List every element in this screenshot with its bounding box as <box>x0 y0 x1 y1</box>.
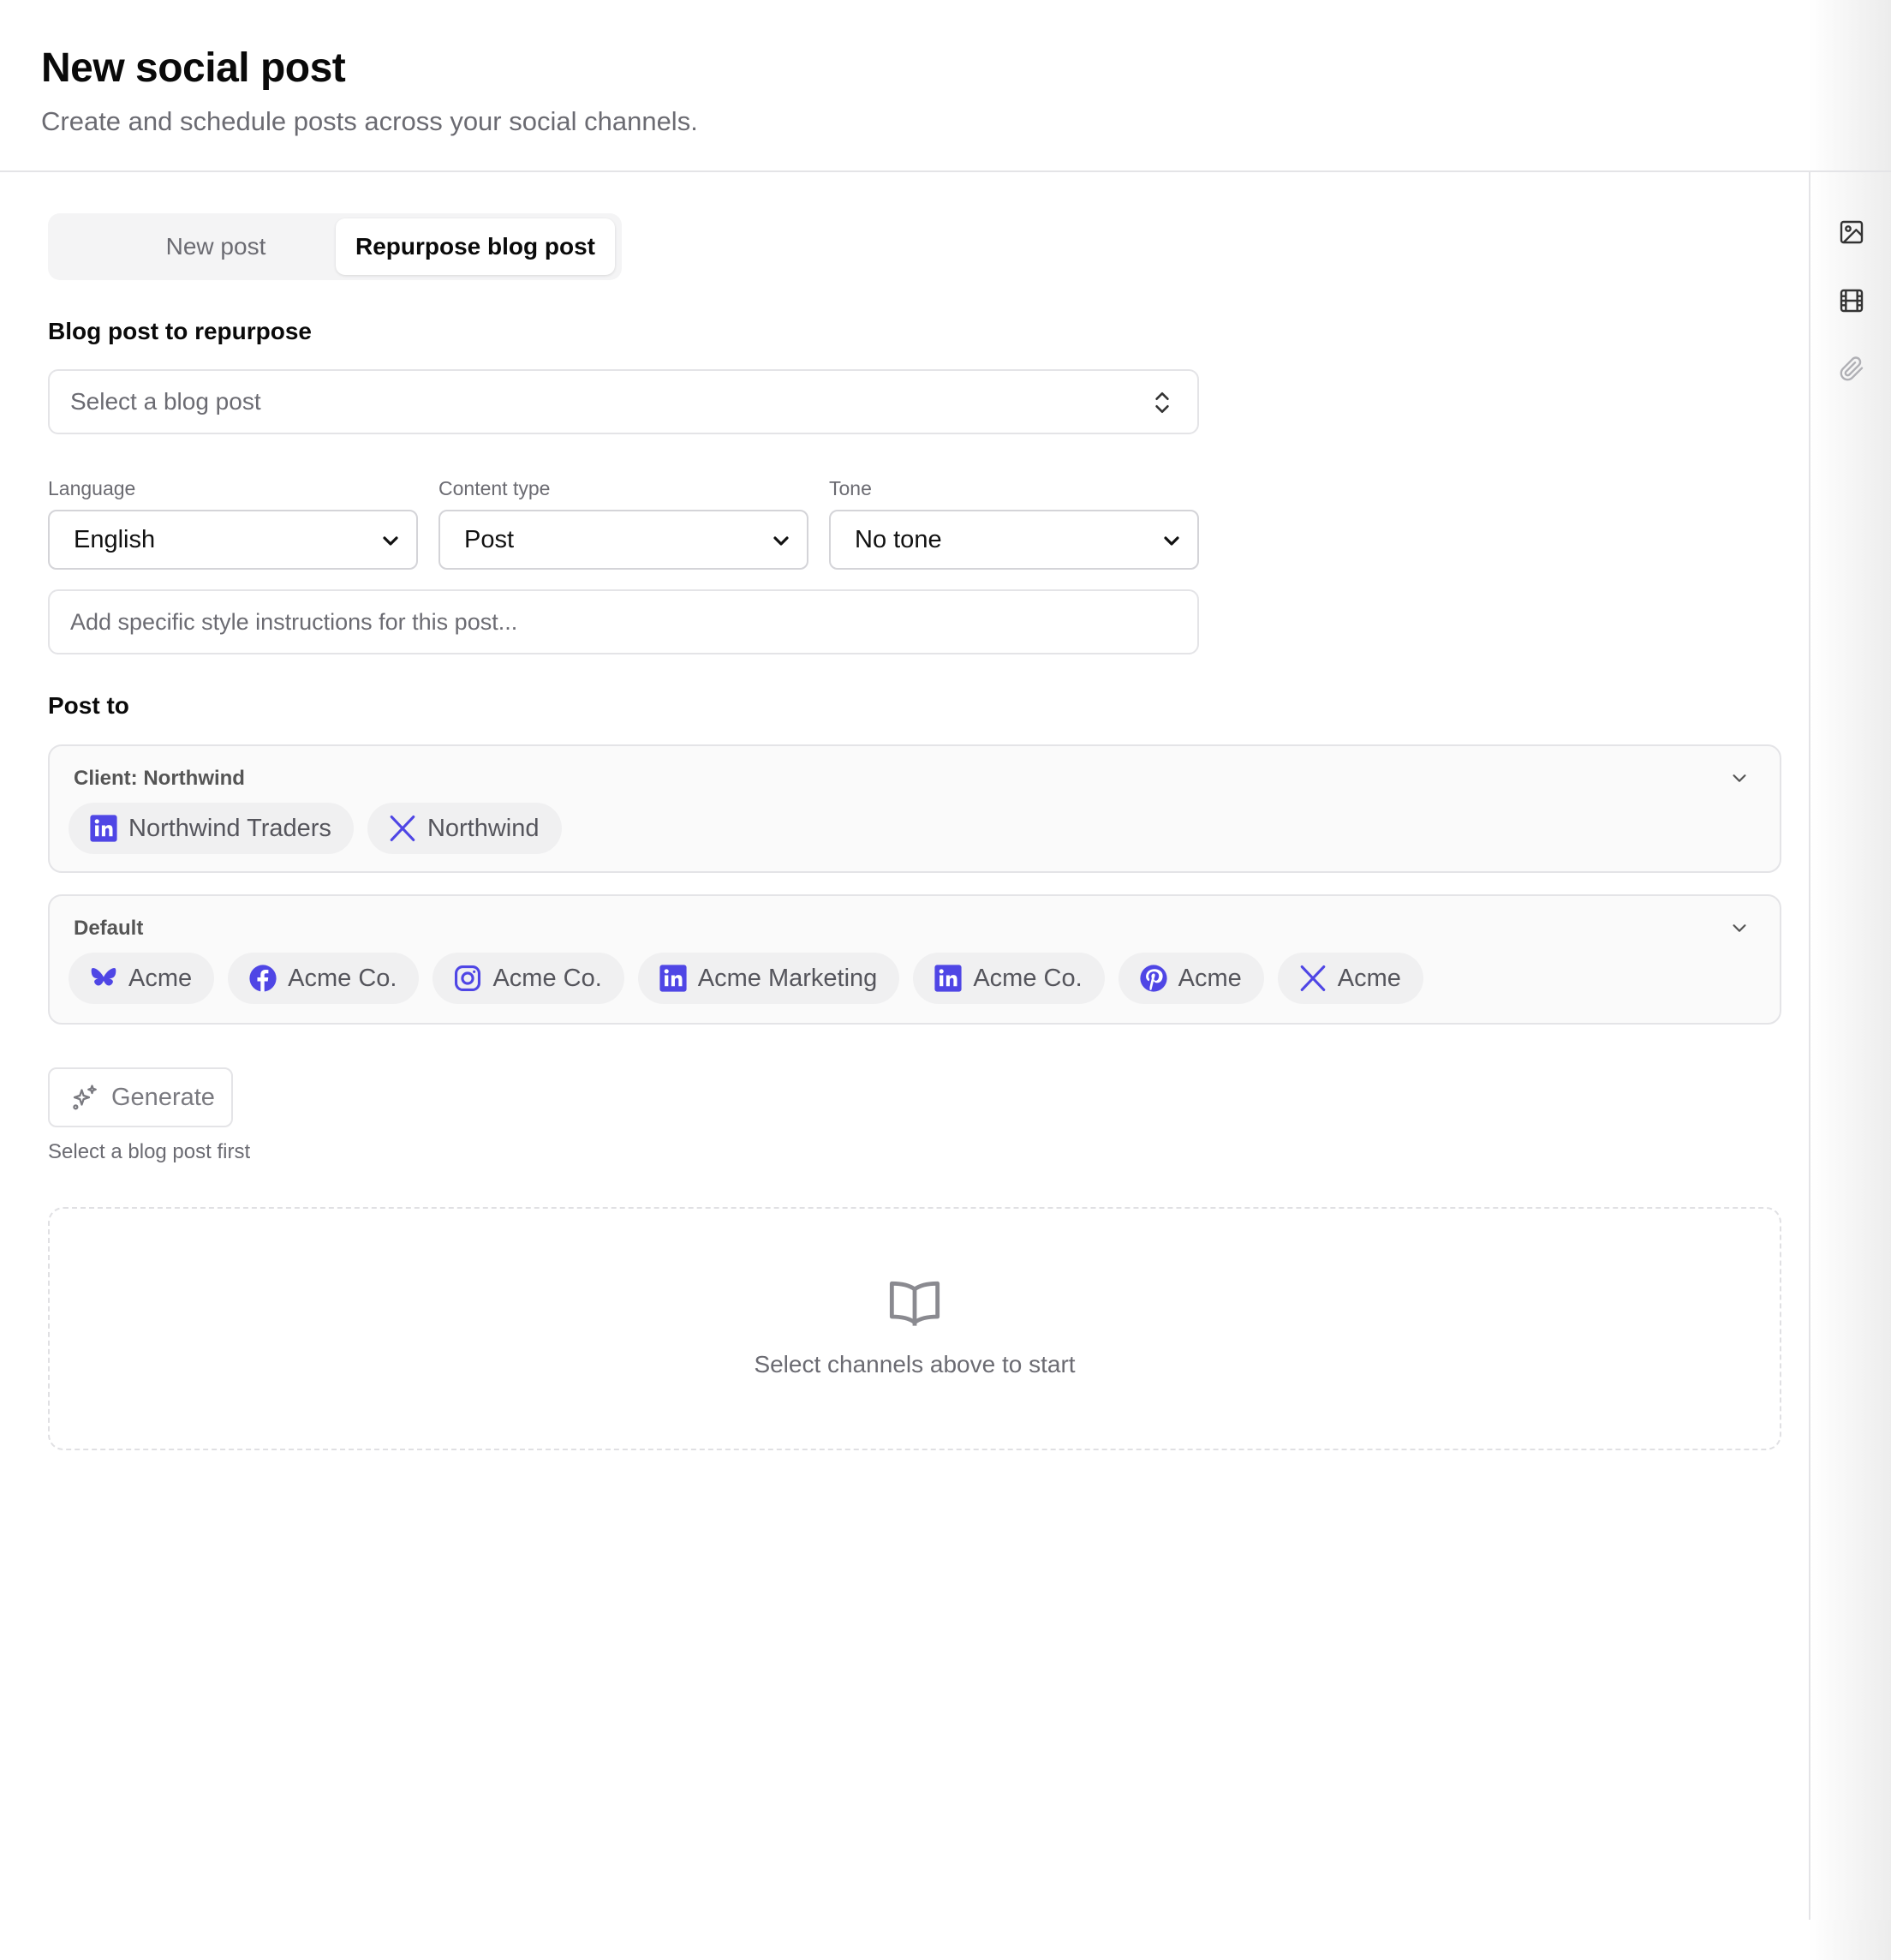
page-header: New social post Create and schedule post… <box>0 0 1891 172</box>
channel-group-title: Default <box>74 917 144 940</box>
chevron-down-icon[interactable] <box>1730 768 1749 787</box>
channel-group-client-northwind: Client: Northwind Northwind Traders Nort… <box>48 744 1781 873</box>
chevron-down-icon <box>383 536 398 546</box>
chevron-down-icon <box>1164 536 1179 546</box>
facebook-icon <box>248 964 277 993</box>
channel-name: Acme <box>1178 964 1242 992</box>
content-type-select[interactable]: Post <box>438 510 808 570</box>
channel-chip-x[interactable]: Acme <box>1277 953 1423 1004</box>
tab-repurpose-blog-post[interactable]: Repurpose blog post <box>336 218 615 275</box>
channel-name: Northwind Traders <box>128 814 331 842</box>
channel-chip-bluesky[interactable]: Acme <box>69 953 215 1004</box>
linkedin-icon <box>659 964 688 993</box>
instagram-icon <box>453 964 482 993</box>
sparkles-icon <box>73 1085 97 1110</box>
mode-tabs: New post Repurpose blog post <box>48 213 622 280</box>
blog-post-select[interactable]: Select a blog post <box>48 369 1199 434</box>
post-to-label: Post to <box>48 692 129 719</box>
channel-name: Acme Co. <box>492 964 602 992</box>
bluesky-icon <box>89 964 118 993</box>
x-icon <box>1298 964 1327 993</box>
channel-name: Acme Marketing <box>697 964 878 992</box>
pinterest-icon <box>1139 964 1168 993</box>
main-content: New post Repurpose blog post Blog post t… <box>0 172 1809 1920</box>
channel-name: Acme Co. <box>288 964 397 992</box>
generate-button[interactable]: Generate <box>48 1067 233 1127</box>
channel-name: Northwind <box>427 814 540 842</box>
content-type-select-value: Post <box>464 525 515 553</box>
book-open-icon <box>889 1281 940 1326</box>
channel-chips: Acme Acme Co. Acme Co. Acme Marketing Ac… <box>69 953 1423 1004</box>
paperclip-icon <box>1840 356 1864 381</box>
tone-select[interactable]: No tone <box>829 510 1199 570</box>
channel-group-title: Client: Northwind <box>74 767 245 790</box>
channel-chip-instagram[interactable]: Acme Co. <box>432 953 624 1004</box>
video-button[interactable] <box>1836 285 1867 316</box>
film-icon <box>1840 289 1864 313</box>
channel-chips: Northwind Traders Northwind <box>69 803 562 854</box>
page-subtitle: Create and schedule posts across your so… <box>41 106 698 136</box>
channel-name: Acme <box>128 964 193 992</box>
tab-new-post[interactable]: New post <box>53 218 379 275</box>
language-select-value: English <box>74 525 156 553</box>
tone-select-value: No tone <box>855 525 942 553</box>
generate-hint: Select a blog post first <box>48 1140 251 1163</box>
content-type-label: Content type <box>438 477 551 499</box>
chevron-down-icon[interactable] <box>1730 918 1749 937</box>
channel-name: Acme Co. <box>973 964 1083 992</box>
channel-chip-linkedin[interactable]: Northwind Traders <box>69 803 354 854</box>
linkedin-icon <box>934 964 963 993</box>
page-title: New social post <box>41 45 346 91</box>
channel-chip-x[interactable]: Northwind <box>367 803 562 854</box>
blog-post-select-placeholder: Select a blog post <box>70 388 261 415</box>
channel-chip-facebook[interactable]: Acme Co. <box>228 953 420 1004</box>
channel-chip-linkedin[interactable]: Acme Co. <box>913 953 1105 1004</box>
blog-post-label: Blog post to repurpose <box>48 318 312 344</box>
generate-button-label: Generate <box>111 1083 215 1111</box>
attachment-button[interactable] <box>1836 354 1867 385</box>
chevron-down-icon <box>773 536 789 546</box>
style-instructions-input[interactable] <box>48 589 1199 654</box>
image-button[interactable] <box>1836 217 1867 248</box>
channel-group-default: Default Acme Acme Co. Acme Co. Acme Mark… <box>48 894 1781 1025</box>
media-sidebar <box>1809 172 1891 1920</box>
language-select[interactable]: English <box>48 510 418 570</box>
chevrons-up-down-icon <box>1155 392 1169 413</box>
language-label: Language <box>48 477 136 499</box>
linkedin-icon <box>89 814 118 843</box>
channel-name: Acme <box>1337 964 1401 992</box>
channel-chip-pinterest[interactable]: Acme <box>1118 953 1264 1004</box>
image-icon <box>1840 220 1864 244</box>
channel-chip-linkedin[interactable]: Acme Marketing <box>637 953 900 1004</box>
x-icon <box>388 814 417 843</box>
tone-label: Tone <box>829 477 872 499</box>
empty-state-message: Select channels above to start <box>754 1351 1076 1377</box>
empty-state: Select channels above to start <box>48 1207 1781 1450</box>
